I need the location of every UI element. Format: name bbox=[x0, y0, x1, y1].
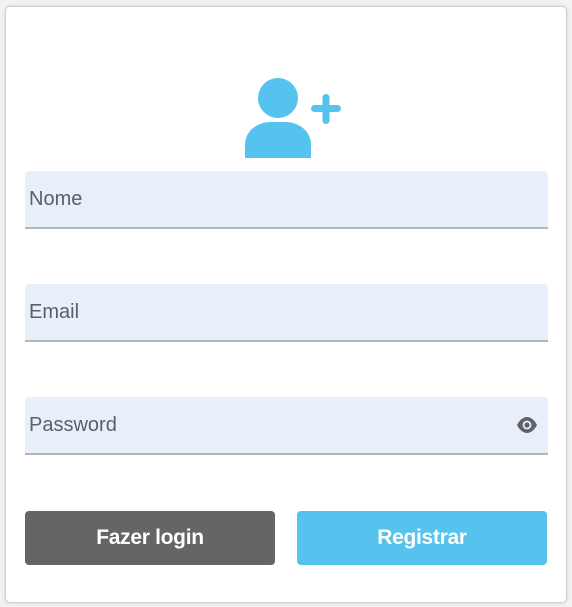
password-field-container bbox=[25, 397, 548, 455]
login-button[interactable]: Fazer login bbox=[25, 511, 275, 565]
name-input[interactable] bbox=[25, 171, 548, 227]
user-plus-icon bbox=[245, 78, 341, 158]
name-field-container bbox=[25, 171, 548, 229]
register-card: Fazer login Registrar bbox=[5, 6, 567, 603]
email-field-container bbox=[25, 284, 548, 342]
password-input[interactable] bbox=[25, 397, 548, 453]
email-input[interactable] bbox=[25, 284, 548, 340]
eye-icon[interactable] bbox=[516, 416, 538, 434]
register-button[interactable]: Registrar bbox=[297, 511, 547, 565]
